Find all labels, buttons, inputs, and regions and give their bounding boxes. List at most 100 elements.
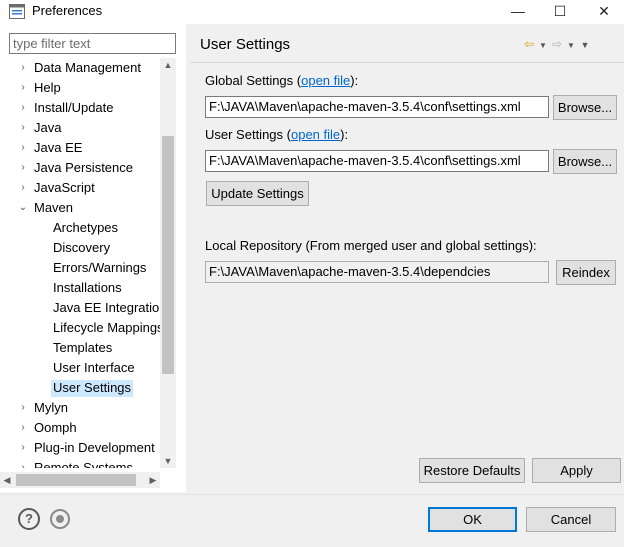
- collapsed-chevron-icon[interactable]: ›: [17, 398, 29, 418]
- collapsed-chevron-icon[interactable]: ›: [17, 438, 29, 458]
- tree-item-label: Archetypes: [53, 220, 119, 235]
- tree-item-label: Maven: [34, 200, 74, 215]
- maximize-button[interactable]: ☐: [540, 0, 580, 22]
- tree-item[interactable]: › Plug-in Development: [0, 438, 160, 458]
- tree-item-label: Oomph: [34, 420, 77, 435]
- global-settings-label-end: ):: [350, 73, 359, 88]
- scroll-right-icon[interactable]: ▶: [146, 472, 160, 488]
- help-icon[interactable]: ?: [18, 508, 40, 530]
- collapsed-chevron-icon[interactable]: ›: [17, 78, 29, 98]
- tree-item[interactable]: ⌄ Maven: [0, 198, 160, 218]
- window-title: Preferences: [32, 3, 103, 18]
- cancel-button[interactable]: Cancel: [526, 507, 616, 532]
- tree-item-label: Installations: [53, 280, 122, 295]
- back-menu-icon[interactable]: ▼: [536, 41, 550, 50]
- global-settings-label: Global Settings (open file):: [205, 73, 358, 88]
- apply-button[interactable]: Apply: [532, 458, 621, 483]
- tree-item[interactable]: Templates: [0, 338, 160, 358]
- collapsed-chevron-icon[interactable]: ›: [17, 98, 29, 118]
- tree-item[interactable]: › Install/Update: [0, 98, 160, 118]
- collapsed-chevron-icon[interactable]: ›: [17, 58, 29, 78]
- user-settings-label-text: User Settings (: [205, 127, 291, 142]
- scroll-down-icon[interactable]: ▼: [160, 454, 176, 468]
- global-open-file-link[interactable]: open file: [301, 73, 350, 88]
- expanded-chevron-icon[interactable]: ⌄: [17, 198, 29, 218]
- tree-item-label: Lifecycle Mappings: [53, 320, 160, 335]
- tree-item-label: User Interface: [53, 360, 135, 375]
- collapsed-chevron-icon[interactable]: ›: [17, 138, 29, 158]
- minimize-button[interactable]: —: [498, 0, 538, 22]
- tree-item[interactable]: User Settings: [0, 378, 160, 398]
- dialog-footer: ? OK Cancel: [0, 494, 624, 547]
- tree-item-label: Discovery: [53, 240, 111, 255]
- tree-item[interactable]: › Remote Systems: [0, 458, 160, 468]
- tree-item[interactable]: › Mylyn: [0, 398, 160, 418]
- user-browse-button[interactable]: Browse...: [553, 149, 617, 174]
- tree-item-label: User Settings: [51, 380, 134, 397]
- tree-item-label: Plug-in Development: [34, 440, 155, 455]
- collapsed-chevron-icon[interactable]: ›: [17, 458, 29, 468]
- tree-vertical-scrollbar[interactable]: ▲ ▼: [160, 58, 176, 468]
- preferences-app-icon: [9, 4, 25, 19]
- tree-item-label: Errors/Warnings: [53, 260, 147, 275]
- tree-item[interactable]: Errors/Warnings: [0, 258, 160, 278]
- tree-item[interactable]: Archetypes: [0, 218, 160, 238]
- page-navigation: ⇦ ▼ ⇨ ▼ ▼: [522, 37, 592, 53]
- reindex-button[interactable]: Reindex: [556, 260, 616, 285]
- local-repository-label: Local Repository (From merged user and g…: [205, 238, 537, 253]
- tree-item[interactable]: Java EE Integration: [0, 298, 160, 318]
- tree-item[interactable]: › Java Persistence: [0, 158, 160, 178]
- tree-item-label: Help: [34, 80, 61, 95]
- tree-item[interactable]: › Java: [0, 118, 160, 138]
- tree-item-label: Remote Systems: [34, 460, 133, 468]
- tree-item[interactable]: › Data Management: [0, 58, 160, 78]
- record-macro-icon[interactable]: [50, 509, 70, 529]
- global-settings-path-field[interactable]: F:\JAVA\Maven\apache-maven-3.5.4\conf\se…: [205, 96, 549, 118]
- user-settings-path-field[interactable]: F:\JAVA\Maven\apache-maven-3.5.4\conf\se…: [205, 150, 549, 172]
- hscrollbar-thumb[interactable]: [16, 474, 136, 486]
- tree-item-label: Mylyn: [34, 400, 68, 415]
- tree-item[interactable]: Installations: [0, 278, 160, 298]
- tree-item-label: Templates: [53, 340, 113, 355]
- collapsed-chevron-icon[interactable]: ›: [17, 118, 29, 138]
- collapsed-chevron-icon[interactable]: ›: [17, 158, 29, 178]
- tree-item-label: Java: [34, 120, 62, 135]
- tree-item[interactable]: › JavaScript: [0, 178, 160, 198]
- collapsed-chevron-icon[interactable]: ›: [17, 178, 29, 198]
- view-menu-icon[interactable]: ▼: [578, 40, 592, 50]
- scrollbar-thumb[interactable]: [162, 136, 174, 374]
- tree-horizontal-scrollbar[interactable]: ◀ ▶: [0, 472, 160, 488]
- tree-item[interactable]: › Help: [0, 78, 160, 98]
- update-settings-button[interactable]: Update Settings: [206, 181, 309, 206]
- tree-item-label: Data Management: [34, 60, 141, 75]
- filter-input[interactable]: [9, 33, 176, 54]
- back-arrow-icon[interactable]: ⇦: [522, 37, 536, 51]
- tree-item-label: JavaScript: [34, 180, 95, 195]
- close-button[interactable]: ✕: [584, 0, 624, 22]
- forward-menu-icon[interactable]: ▼: [564, 41, 578, 50]
- settings-page: User Settings ⇦ ▼ ⇨ ▼ ▼ Global Settings (ope…: [190, 24, 624, 494]
- header-divider: [190, 62, 624, 63]
- tree-item[interactable]: › Java EE: [0, 138, 160, 158]
- ok-button[interactable]: OK: [428, 507, 517, 532]
- title-bar: Preferences — ☐ ✕: [0, 0, 624, 24]
- tree-item[interactable]: Lifecycle Mappings: [0, 318, 160, 338]
- tree-item[interactable]: Discovery: [0, 238, 160, 258]
- global-browse-button[interactable]: Browse...: [553, 95, 617, 120]
- user-settings-label-end: ):: [340, 127, 349, 142]
- global-settings-label-text: Global Settings (: [205, 73, 302, 88]
- preference-tree: › Data Management › Help › Install/Update › Jav…: [0, 58, 160, 468]
- tree-item-label: Java EE: [34, 140, 83, 155]
- forward-arrow-icon[interactable]: ⇨: [550, 37, 564, 51]
- restore-defaults-button[interactable]: Restore Defaults: [419, 458, 525, 483]
- local-repository-path-field: F:\JAVA\Maven\apache-maven-3.5.4\dependc…: [205, 261, 549, 283]
- user-open-file-link[interactable]: open file: [291, 127, 340, 142]
- preferences-sidebar: › Data Management › Help › Install/Update › Jav…: [0, 24, 186, 492]
- tree-item[interactable]: › Oomph: [0, 418, 160, 438]
- tree-item-label: Install/Update: [34, 100, 114, 115]
- scroll-left-icon[interactable]: ◀: [0, 472, 14, 488]
- user-settings-label: User Settings (open file):: [205, 127, 348, 142]
- scroll-up-icon[interactable]: ▲: [160, 58, 176, 72]
- collapsed-chevron-icon[interactable]: ›: [17, 418, 29, 438]
- tree-item[interactable]: User Interface: [0, 358, 160, 378]
